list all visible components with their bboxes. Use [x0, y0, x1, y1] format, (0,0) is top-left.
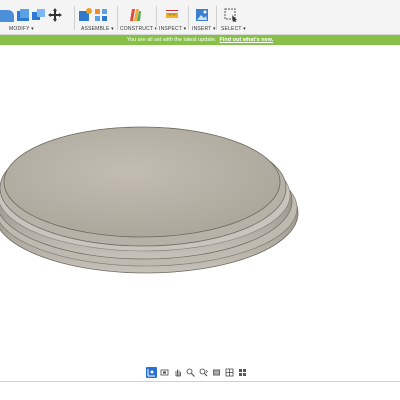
banner-message: You are all set with the latest update. — [126, 37, 217, 43]
whats-new-link[interactable]: Find out what's new. — [220, 37, 274, 43]
fillet-icon[interactable] — [0, 8, 14, 22]
select-group[interactable]: SELECT ▾ — [219, 0, 247, 34]
display-settings-icon[interactable] — [211, 367, 222, 378]
measure-icon[interactable] — [165, 8, 179, 22]
modify-label[interactable]: MODIFY ▾ — [9, 26, 34, 32]
insert-label[interactable]: INSERT ▾ — [192, 26, 216, 32]
look-at-icon[interactable] — [159, 367, 170, 378]
canvas-viewport[interactable] — [0, 45, 400, 380]
toolbar-divider — [156, 6, 157, 30]
inspect-group[interactable]: INSPECT ▾ — [158, 0, 186, 34]
insert-image-icon[interactable] — [195, 8, 209, 22]
new-component-icon[interactable] — [78, 8, 92, 22]
toolbar-divider — [216, 6, 217, 30]
status-divider — [0, 381, 400, 382]
fit-icon[interactable] — [198, 367, 209, 378]
toolbar-divider — [74, 6, 75, 30]
toolbar-divider — [188, 6, 189, 30]
inspect-label[interactable]: INSPECT ▾ — [159, 26, 186, 32]
orbit-icon[interactable] — [146, 366, 157, 378]
grid-icon[interactable] — [224, 367, 235, 378]
update-banner: You are all set with the latest update. … — [0, 35, 400, 45]
assemble-group[interactable]: ASSEMBLE ▾ — [78, 0, 114, 34]
select-window-icon[interactable] — [224, 8, 238, 22]
toolbar-divider — [117, 6, 118, 30]
insert-group[interactable]: INSERT ▾ — [191, 0, 217, 34]
offset-plane-icon[interactable] — [128, 8, 142, 22]
modify-group[interactable]: MODIFY ▾ — [0, 0, 62, 34]
zoom-icon[interactable] — [185, 367, 196, 378]
pan-icon[interactable] — [172, 367, 183, 378]
navigation-bar — [146, 366, 248, 378]
construct-label[interactable]: CONSTRUCT ▾ — [120, 26, 157, 32]
round-base-model[interactable] — [0, 45, 400, 380]
combine-icon[interactable] — [32, 8, 46, 22]
toolbar: MODIFY ▾ ASSEMBLE ▾ CONSTRUCT ▾ INSPECT … — [0, 0, 400, 35]
shell-icon[interactable] — [16, 8, 30, 22]
joint-icon[interactable] — [94, 8, 108, 22]
move-icon[interactable] — [48, 8, 62, 22]
viewports-icon[interactable] — [237, 367, 248, 378]
assemble-label[interactable]: ASSEMBLE ▾ — [81, 26, 114, 32]
select-label[interactable]: SELECT ▾ — [221, 26, 246, 32]
construct-group[interactable]: CONSTRUCT ▾ — [120, 0, 157, 34]
